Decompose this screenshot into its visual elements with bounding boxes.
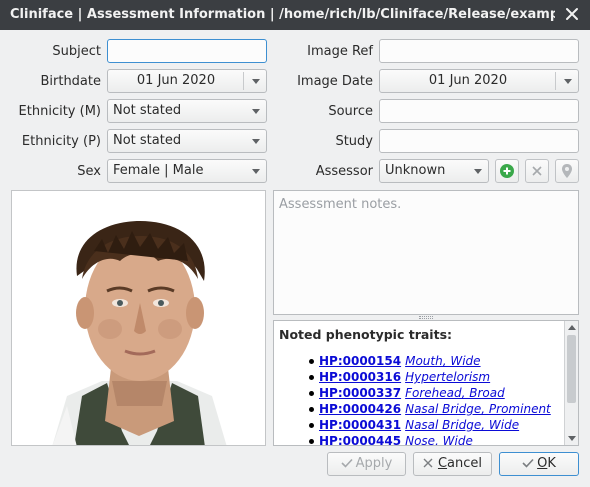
- bullet-icon: [309, 423, 314, 428]
- subject-input[interactable]: [107, 39, 267, 63]
- scroll-down-icon[interactable]: [568, 436, 576, 441]
- trait-code-link[interactable]: HP:0000316: [319, 370, 401, 384]
- divider: [243, 72, 244, 90]
- ethnicity-p-select[interactable]: Not stated: [107, 129, 267, 153]
- ethnicity-p-label: Ethnicity (P): [21, 134, 101, 149]
- traits-list: HP:0000154 Mouth, Wide HP:0000316 Hypertel…: [274, 353, 551, 445]
- birthdate-picker[interactable]: 01 Jun 2020: [107, 69, 267, 93]
- bullet-icon: [309, 407, 314, 412]
- sex-label: Sex: [77, 164, 101, 179]
- ethnicity-m-select[interactable]: Not stated: [107, 99, 267, 123]
- divider: [555, 72, 556, 90]
- window-title: Cliniface | Assessment Information | /ho…: [10, 7, 555, 22]
- cancel-label-post: ancel: [447, 456, 483, 471]
- assessor-label: Assessor: [315, 164, 373, 179]
- chevron-down-icon[interactable]: [564, 79, 572, 84]
- ethnicity-p-value: Not stated: [113, 133, 182, 148]
- scrollbar-thumb[interactable]: [567, 335, 576, 403]
- trait-code-link[interactable]: HP:0000431: [319, 418, 401, 432]
- traits-heading: Noted phenotypic traits:: [279, 327, 453, 342]
- trait-code-link[interactable]: HP:0000337: [319, 386, 401, 400]
- chevron-down-icon: [252, 109, 260, 114]
- sex-select[interactable]: Female | Male: [107, 159, 267, 183]
- face-image: [11, 190, 266, 446]
- image-date-label: Image Date: [297, 74, 373, 89]
- trait-code-link[interactable]: HP:0000445: [319, 434, 401, 445]
- trait-item: HP:0000316 Hypertelorism: [274, 369, 551, 385]
- phenotypic-traits-panel: Noted phenotypic traits: HP:0000154 Mouth…: [273, 320, 579, 446]
- trait-item: HP:0000337 Forehead, Broad: [274, 385, 551, 401]
- notes-placeholder: Assessment notes.: [279, 197, 402, 212]
- bullet-icon: [309, 375, 314, 380]
- study-label: Study: [335, 134, 373, 149]
- ethnicity-m-value: Not stated: [113, 103, 182, 118]
- trait-item: HP:0000426 Nasal Bridge, Prominent: [274, 401, 551, 417]
- trait-name-link[interactable]: Forehead, Broad: [405, 386, 505, 400]
- source-input[interactable]: [379, 99, 579, 123]
- image-ref-input[interactable]: [379, 39, 579, 63]
- checkmark-icon: [341, 458, 353, 468]
- ok-mnemonic: O: [537, 456, 548, 471]
- bullet-icon: [309, 439, 314, 444]
- trait-name-link[interactable]: Nasal Bridge, Prominent: [405, 402, 551, 416]
- subject-label: Subject: [52, 44, 101, 59]
- trait-item: HP:0000445 Nose, Wide: [274, 433, 551, 445]
- chevron-down-icon: [474, 169, 482, 174]
- remove-icon: [532, 166, 542, 176]
- traits-scrollbar[interactable]: [564, 321, 578, 445]
- scroll-up-icon[interactable]: [568, 325, 576, 330]
- checkmark-icon: [522, 458, 534, 468]
- remove-assessor-button[interactable]: [525, 159, 549, 183]
- location-pin-icon: [562, 164, 572, 178]
- chevron-down-icon: [252, 169, 260, 174]
- apply-label: Apply: [355, 456, 393, 471]
- sex-value: Female | Male: [113, 163, 204, 178]
- birthdate-value: 01 Jun 2020: [136, 73, 216, 88]
- title-bar: Cliniface | Assessment Information | /ho…: [0, 0, 590, 30]
- cancel-icon: [423, 458, 433, 468]
- face-illustration: [52, 221, 227, 445]
- bullet-icon: [309, 359, 314, 364]
- ok-button[interactable]: OK: [499, 452, 579, 476]
- trait-name-link[interactable]: Hypertelorism: [405, 370, 490, 384]
- assessor-select[interactable]: Unknown: [379, 159, 489, 183]
- close-icon[interactable]: [564, 6, 580, 22]
- location-button[interactable]: [555, 159, 579, 183]
- chevron-down-icon[interactable]: [252, 79, 260, 84]
- ok-label-post: K: [547, 456, 556, 471]
- cancel-button[interactable]: Cancel: [413, 452, 492, 476]
- image-date-value: 01 Jun 2020: [428, 73, 508, 88]
- splitter-handle[interactable]: [419, 316, 433, 319]
- study-input[interactable]: [379, 129, 579, 153]
- trait-name-link[interactable]: Nasal Bridge, Wide: [405, 418, 519, 432]
- ethnicity-m-label: Ethnicity (M): [18, 104, 101, 119]
- cancel-mnemonic: C: [437, 456, 448, 471]
- add-icon: [500, 164, 514, 178]
- apply-button[interactable]: Apply: [327, 452, 406, 476]
- bullet-icon: [309, 391, 314, 396]
- assessment-notes-textarea[interactable]: Assessment notes.: [273, 190, 579, 315]
- trait-code-link[interactable]: HP:0000426: [319, 402, 401, 416]
- trait-item: HP:0000431 Nasal Bridge, Wide: [274, 417, 551, 433]
- chevron-down-icon: [252, 139, 260, 144]
- source-label: Source: [328, 104, 373, 119]
- trait-name-link[interactable]: Nose, Wide: [405, 434, 473, 445]
- birthdate-label: Birthdate: [40, 74, 101, 89]
- assessor-value: Unknown: [385, 163, 446, 178]
- trait-item: HP:0000154 Mouth, Wide: [274, 353, 551, 369]
- trait-name-link[interactable]: Mouth, Wide: [405, 354, 480, 368]
- trait-code-link[interactable]: HP:0000154: [319, 354, 401, 368]
- add-assessor-button[interactable]: [495, 159, 519, 183]
- image-ref-label: Image Ref: [307, 44, 373, 59]
- image-date-picker[interactable]: 01 Jun 2020: [379, 69, 579, 93]
